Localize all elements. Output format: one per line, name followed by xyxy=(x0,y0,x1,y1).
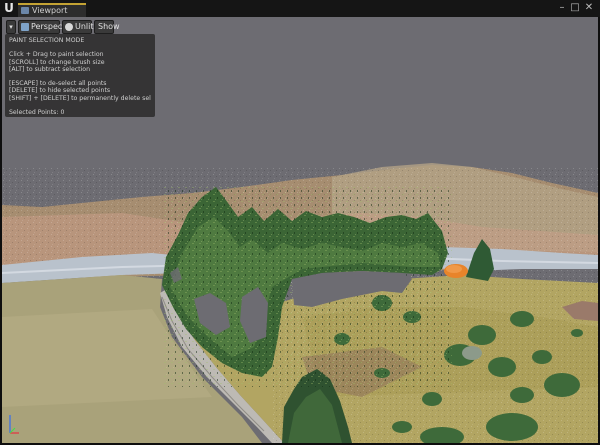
close-button[interactable]: ✕ xyxy=(583,2,595,14)
perspective-camera-icon xyxy=(21,23,29,31)
minimize-button[interactable]: – xyxy=(556,2,568,14)
panel-line-paint: Click + Drag to paint selection xyxy=(9,51,104,59)
lighting-sphere-icon xyxy=(65,23,73,31)
panel-line-hide: [DELETE] to hide selected points xyxy=(9,87,111,95)
panel-line-deselect: [ESCAPE] to de-select all points xyxy=(9,80,107,88)
selected-points-readout: Selected Points: 0 xyxy=(9,109,151,116)
view-mode-button-label: Unlit xyxy=(75,22,94,31)
selected-points-label: Selected Points: xyxy=(9,108,59,116)
title-bar: U Viewport – □ ✕ xyxy=(0,0,600,17)
tab-viewport-label: Viewport xyxy=(32,6,68,15)
selected-points-count: 0 xyxy=(60,108,65,116)
unreal-logo-icon: U xyxy=(4,1,14,15)
viewport-options-menu-button[interactable]: ▾ xyxy=(6,20,16,34)
viewport-icon xyxy=(21,7,29,14)
viewport[interactable]: ▾ Perspective Unlit Show PAINT SELECTION… xyxy=(2,17,598,443)
panel-title: PAINT SELECTION MODE xyxy=(9,37,85,44)
panel-line-brush: [SCROLL] to change brush size xyxy=(9,58,105,66)
view-mode-button[interactable]: Unlit xyxy=(62,20,94,34)
tab-viewport[interactable]: Viewport xyxy=(18,3,86,17)
panel-line-subtract: [ALT] to subtract selection xyxy=(9,65,91,73)
perspective-button[interactable]: Perspective xyxy=(18,20,77,34)
paint-selection-panel: PAINT SELECTION MODE Click + Drag to pai… xyxy=(5,34,155,117)
maximize-button[interactable]: □ xyxy=(569,2,581,14)
show-button[interactable]: Show xyxy=(94,20,120,34)
axis-gizmo-icon xyxy=(9,415,19,434)
panel-line-delete: [SHIFT] + [DELETE] to permanently delete… xyxy=(9,94,151,102)
